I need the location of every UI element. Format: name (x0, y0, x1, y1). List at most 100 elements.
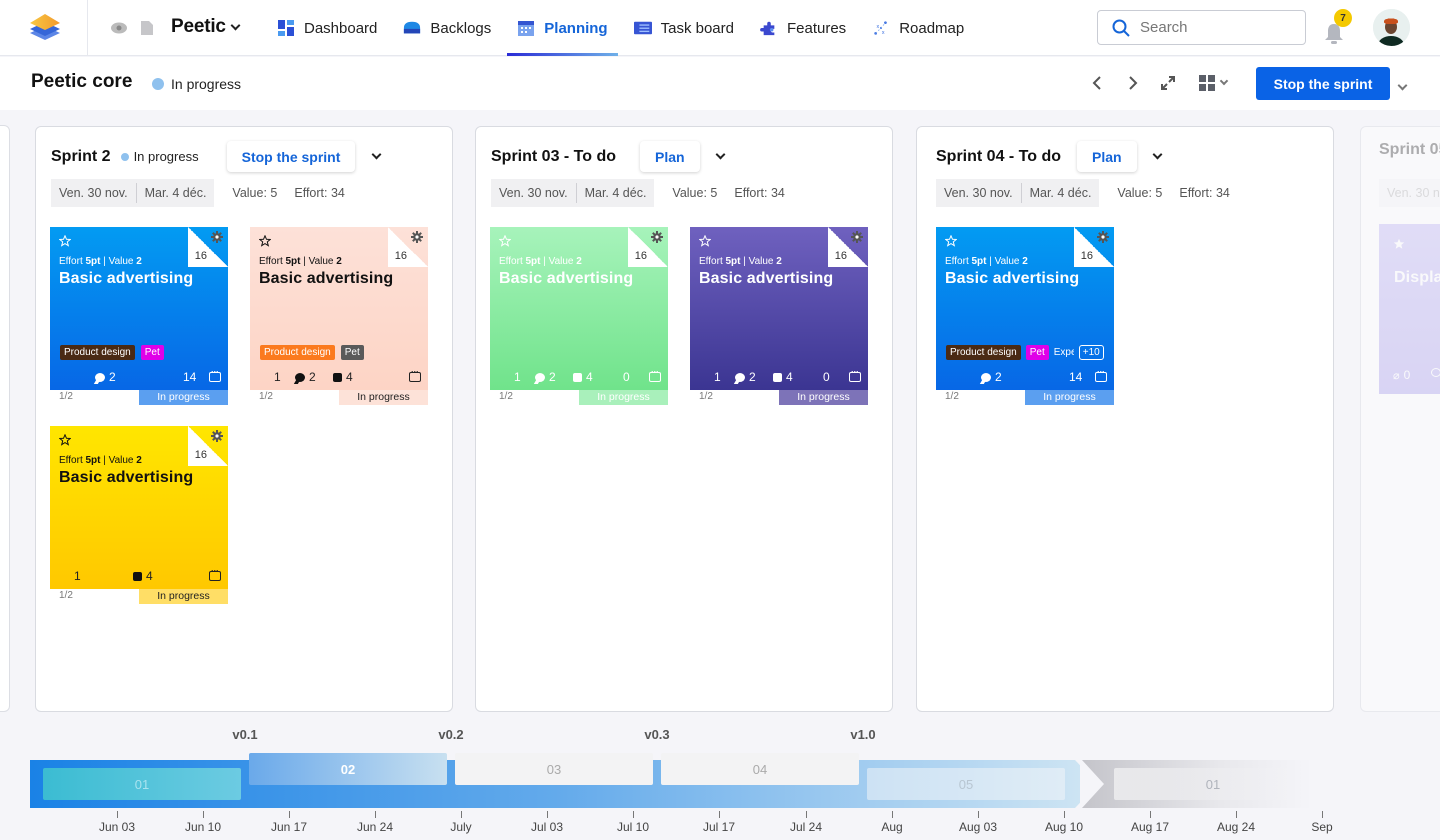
card-number: 16 (834, 250, 847, 262)
timeline-sprint[interactable]: 01 (43, 768, 241, 800)
more-icon[interactable] (209, 367, 221, 382)
timeline-tick-label: July (450, 820, 472, 834)
page-indicator: 1/2 (945, 391, 959, 402)
gear-icon[interactable] (1097, 231, 1109, 243)
stop-sprint-button[interactable]: Stop the sprint (226, 141, 356, 172)
chevron-left-icon[interactable] (1088, 73, 1108, 93)
chevron-down-icon (1397, 80, 1408, 91)
document-icon[interactable] (141, 21, 153, 35)
eye-icon[interactable] (111, 22, 127, 34)
tab-task-board[interactable]: Task board (624, 0, 744, 56)
timeline-sprint-active[interactable]: 02 (249, 753, 447, 785)
gear-icon[interactable] (651, 231, 663, 243)
tag[interactable]: Product design (260, 345, 335, 360)
status-label: In progress (171, 76, 242, 92)
card-title: Basic advertising (59, 469, 194, 486)
star-filled-icon[interactable] (1393, 238, 1405, 250)
date-range[interactable]: Ven. 30 nov. Mar. 4 déc. (936, 179, 1100, 207)
gear-icon[interactable] (411, 231, 423, 243)
avatar-image (1373, 9, 1410, 46)
timeline-sprint[interactable]: 03 (455, 753, 653, 785)
story-card[interactable]: Effort 5pt | Value 2 Basic advertising 1… (250, 227, 428, 405)
tasks-count: 4 (773, 370, 793, 384)
gear-icon[interactable] (211, 231, 223, 243)
release-marker[interactable]: v0.1 (232, 727, 257, 742)
roadmap-icon: xx (874, 21, 887, 36)
tag[interactable]: Pet (340, 345, 364, 360)
card-effort-value: Effort 5pt | Value 2 (699, 256, 782, 267)
date-range[interactable]: Ven. 30 nov. Mar. 4 déc. (51, 179, 215, 207)
tab-roadmap[interactable]: xx Roadmap (862, 0, 974, 56)
timeline-sprint[interactable]: 05 (867, 768, 1065, 800)
end-date: Mar. 4 déc. (144, 186, 207, 200)
view-switcher[interactable] (1199, 73, 1235, 93)
top-nav: Peetic Dashboard Backlogs Planning Task … (0, 0, 1440, 56)
more-icon[interactable] (849, 367, 861, 382)
story-card[interactable]: Effort 5pt | Value 2 Basic advertising 1… (936, 227, 1114, 405)
tab-features[interactable]: Features (750, 0, 856, 56)
tag[interactable]: Pet (140, 345, 164, 360)
card-status: In progress (139, 390, 228, 405)
release-marker[interactable]: v0.3 (644, 727, 669, 742)
links-count: 1 (274, 370, 281, 384)
plan-button[interactable]: Plan (1077, 141, 1137, 172)
actions-dropdown[interactable] (1397, 76, 1409, 91)
card-effort-value: Effort 5pt | Value 2 (59, 455, 142, 466)
app-logo-icon[interactable] (28, 12, 62, 42)
avatar[interactable] (1373, 9, 1410, 46)
tag[interactable]: Expe (1054, 345, 1074, 360)
tag[interactable]: Product design (60, 345, 135, 360)
stop-sprint-button[interactable]: Stop the sprint (1256, 67, 1390, 100)
tab-dashboard[interactable]: Dashboard (267, 0, 387, 56)
more-icon[interactable] (1095, 367, 1107, 382)
star-icon[interactable] (59, 235, 71, 247)
star-icon[interactable] (259, 235, 271, 247)
gear-icon[interactable] (211, 430, 223, 442)
story-card[interactable]: Effort 5pt | Value 2 Basic advertising 1… (490, 227, 668, 405)
story-card[interactable]: Display ⌀0 (1379, 224, 1440, 394)
card-title: Basic advertising (499, 270, 634, 287)
story-card[interactable]: Effort 5pt | Value 2 Basic advertising 1… (50, 426, 228, 604)
star-icon[interactable] (499, 235, 511, 247)
release-marker[interactable]: v0.2 (438, 727, 463, 742)
star-icon[interactable] (945, 235, 957, 247)
links-count: 1 (714, 370, 721, 384)
more-icon[interactable] (409, 367, 421, 382)
story-card[interactable]: Effort 5pt | Value 2 Basic advertising 1… (50, 227, 228, 405)
expand-icon[interactable] (1158, 73, 1178, 93)
comments-count: 2 (295, 370, 316, 384)
story-card[interactable]: Effort 5pt | Value 2 Basic advertising 1… (690, 227, 868, 405)
tag[interactable]: Pet (1025, 345, 1049, 360)
sprint-menu-toggle[interactable] (714, 149, 728, 164)
timeline-tick-label: Jul 17 (702, 820, 736, 834)
more-tags-button[interactable]: +10 (1078, 345, 1104, 360)
date-range[interactable]: Ven. 30 nov. Mar. 4 déc. (491, 179, 655, 207)
chevron-right-icon[interactable] (1122, 73, 1142, 93)
sprint-menu-toggle[interactable] (1151, 149, 1165, 164)
card-title: Display (1394, 269, 1440, 286)
plan-button[interactable]: Plan (640, 141, 700, 172)
sprint-menu-toggle[interactable] (369, 149, 383, 164)
search-box[interactable] (1097, 10, 1306, 45)
date-range[interactable]: Ven. 30 nov. (1379, 179, 1440, 207)
tab-backlogs[interactable]: Backlogs (393, 0, 501, 56)
tag[interactable]: Product design (946, 345, 1021, 360)
star-icon[interactable] (59, 434, 71, 446)
timeline-tick-label: Aug 24 (1216, 820, 1256, 834)
tab-planning[interactable]: Planning (507, 0, 618, 56)
timeline-sprint[interactable]: 04 (661, 753, 859, 785)
timeline-sprint[interactable]: 01 (1114, 768, 1312, 800)
star-icon[interactable] (699, 235, 711, 247)
project-switcher[interactable]: Peetic (171, 16, 241, 38)
more-icon[interactable] (209, 566, 221, 581)
timeline-tick (1322, 811, 1323, 818)
release-marker[interactable]: v1.0 (850, 727, 875, 742)
page-indicator: 1/2 (259, 391, 273, 402)
status-badge: In progress (152, 76, 241, 92)
search-input[interactable] (1140, 19, 1290, 36)
gear-icon[interactable] (851, 231, 863, 243)
end-date: Mar. 4 déc. (584, 186, 647, 200)
more-icon[interactable] (649, 367, 661, 382)
previous-sprint-column[interactable] (0, 125, 10, 712)
timeline-tick (1150, 811, 1151, 818)
